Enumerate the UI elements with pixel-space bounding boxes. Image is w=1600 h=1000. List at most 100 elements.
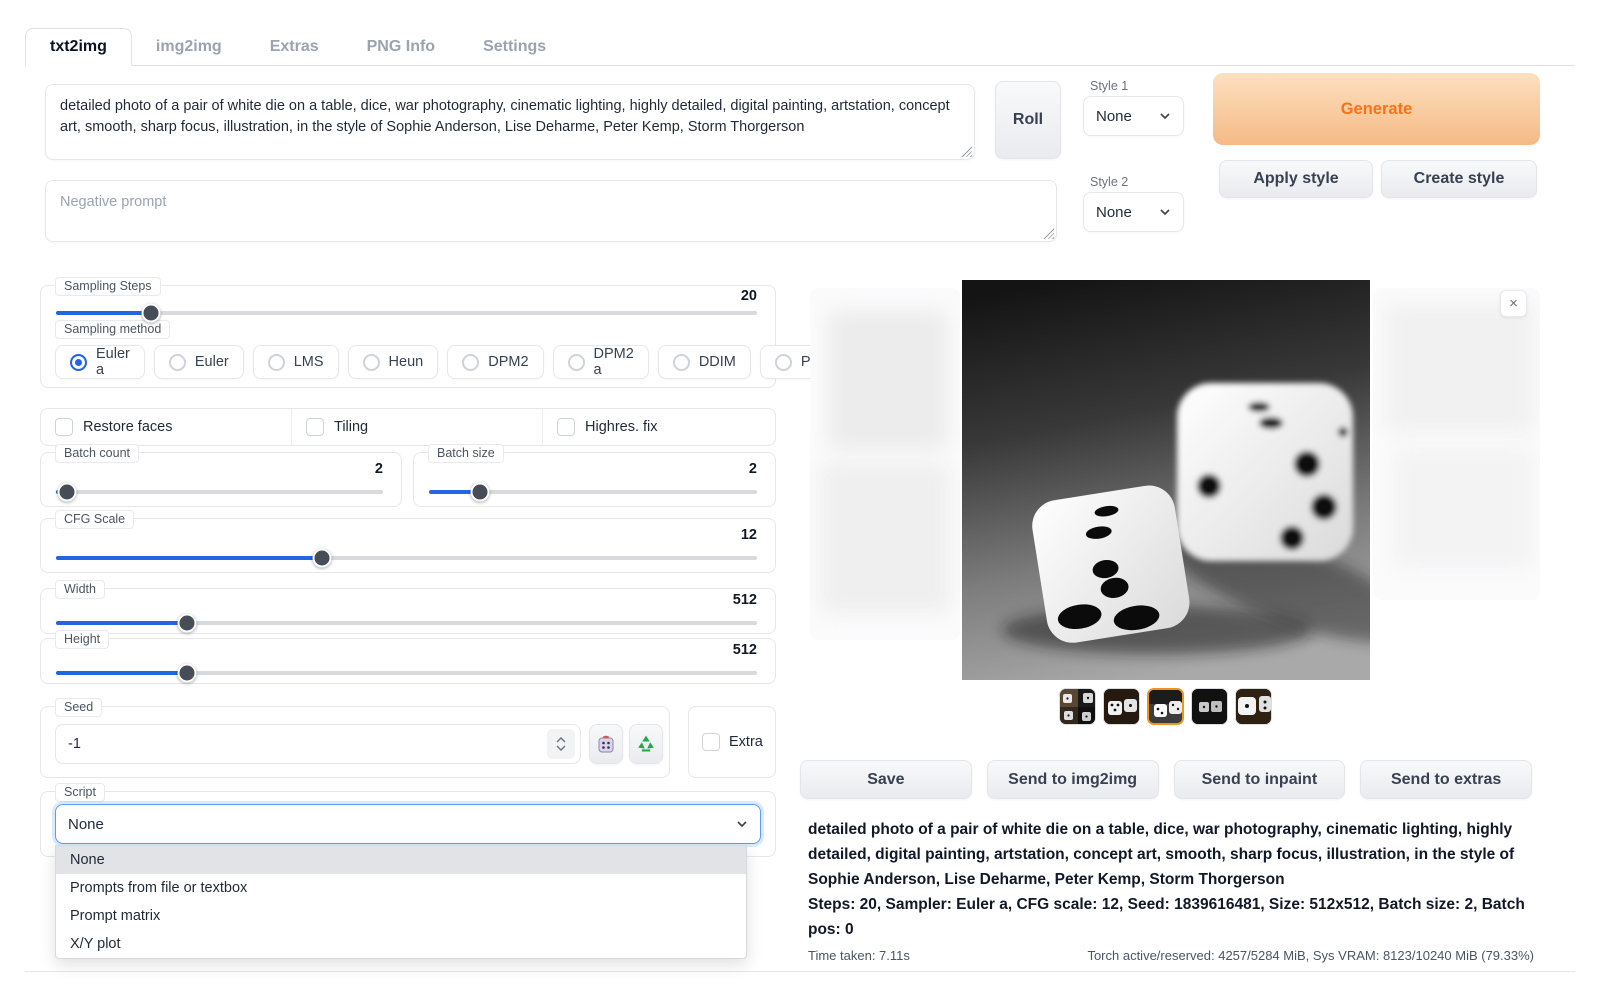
random-seed-button[interactable] bbox=[589, 724, 623, 764]
container-bottom-border bbox=[25, 971, 1575, 972]
tab-png-info[interactable]: PNG Info bbox=[343, 29, 459, 65]
send-to-extras-button[interactable]: Send to extras bbox=[1360, 760, 1532, 799]
sampler-euler[interactable]: Euler bbox=[154, 345, 244, 379]
width-slider[interactable] bbox=[56, 621, 757, 625]
style1-select[interactable]: None bbox=[1083, 96, 1184, 136]
dice-icon bbox=[596, 734, 616, 754]
highres-fix-checkbox[interactable] bbox=[557, 418, 575, 436]
batch-size-slider[interactable] bbox=[429, 490, 757, 494]
seed-stepper[interactable] bbox=[547, 729, 575, 759]
output-prompt-text: detailed photo of a pair of white die on… bbox=[808, 817, 1534, 892]
sampler-lms[interactable]: LMS bbox=[253, 345, 339, 379]
extra-panel[interactable]: Extra bbox=[688, 706, 776, 778]
style2-value: None bbox=[1096, 204, 1132, 221]
radio-icon[interactable] bbox=[268, 354, 285, 371]
seed-label: Seed bbox=[55, 698, 102, 717]
stepper-down-icon[interactable] bbox=[556, 745, 566, 751]
radio-icon[interactable] bbox=[462, 354, 479, 371]
sampler-dpm2-a[interactable]: DPM2 a bbox=[553, 345, 649, 379]
script-dropdown-menu: None Prompts from file or textbox Prompt… bbox=[55, 845, 747, 959]
save-button[interactable]: Save bbox=[800, 760, 972, 799]
slider-handle[interactable] bbox=[58, 483, 77, 502]
slider-handle[interactable] bbox=[313, 549, 332, 568]
script-option-prompts-from-file[interactable]: Prompts from file or textbox bbox=[56, 874, 746, 902]
close-icon: × bbox=[1509, 295, 1518, 312]
chevron-down-icon bbox=[736, 818, 748, 830]
sampler-ddim[interactable]: DDIM bbox=[658, 345, 751, 379]
stepper-up-icon[interactable] bbox=[556, 737, 566, 743]
output-params-text: Steps: 20, Sampler: Euler a, CFG scale: … bbox=[808, 892, 1534, 942]
style1-value: None bbox=[1096, 108, 1132, 125]
thumbnail-1[interactable] bbox=[1103, 688, 1140, 725]
restore-faces-checkbox[interactable] bbox=[55, 418, 73, 436]
radio-icon[interactable] bbox=[673, 354, 690, 371]
sampling-panel: Sampling Steps 20 Sampling method Euler … bbox=[40, 285, 776, 388]
sampling-method-label: Sampling method bbox=[55, 320, 170, 339]
cfg-scale-label: CFG Scale bbox=[55, 510, 134, 529]
script-select[interactable]: None bbox=[55, 804, 761, 844]
chevron-down-icon bbox=[1159, 206, 1171, 218]
send-to-img2img-button[interactable]: Send to img2img bbox=[987, 760, 1159, 799]
thumbnail-grid[interactable] bbox=[1059, 688, 1096, 725]
txt2img-app: txt2img img2img Extras PNG Info Settings… bbox=[0, 0, 1600, 1000]
sampler-dpm2[interactable]: DPM2 bbox=[447, 345, 543, 379]
radio-icon[interactable] bbox=[169, 354, 186, 371]
radio-icon[interactable] bbox=[363, 354, 380, 371]
chevron-down-icon bbox=[1159, 110, 1171, 122]
cfg-scale-slider[interactable] bbox=[56, 556, 757, 560]
radio-icon[interactable] bbox=[70, 354, 87, 371]
reuse-seed-button[interactable] bbox=[629, 724, 663, 764]
script-value: None bbox=[68, 816, 104, 833]
tiling-option[interactable]: Tiling bbox=[291, 409, 542, 445]
vram-stats-text: Torch active/reserved: 4257/5284 MiB, Sy… bbox=[1087, 948, 1534, 963]
thumbnail-2-selected[interactable] bbox=[1147, 688, 1184, 725]
gallery-ghost-left bbox=[810, 288, 960, 640]
slider-handle[interactable] bbox=[141, 304, 160, 323]
height-slider[interactable] bbox=[56, 671, 757, 675]
batch-size-panel: Batch size 2 bbox=[413, 452, 776, 507]
style2-select[interactable]: None bbox=[1083, 192, 1184, 232]
script-option-prompt-matrix[interactable]: Prompt matrix bbox=[56, 902, 746, 930]
tiling-checkbox[interactable] bbox=[306, 418, 324, 436]
tab-extras[interactable]: Extras bbox=[246, 29, 343, 65]
time-taken-text: Time taken: 7.11s bbox=[808, 948, 910, 963]
gallery-actions: Save Send to img2img Send to inpaint Sen… bbox=[800, 760, 1532, 799]
extra-label: Extra bbox=[729, 734, 763, 750]
apply-style-button[interactable]: Apply style bbox=[1219, 160, 1373, 198]
extra-checkbox[interactable] bbox=[702, 733, 720, 751]
radio-icon[interactable] bbox=[775, 354, 792, 371]
create-style-button[interactable]: Create style bbox=[1381, 160, 1537, 198]
thumbnail-4[interactable] bbox=[1235, 688, 1272, 725]
batch-count-value: 2 bbox=[375, 461, 383, 477]
sampling-steps-slider[interactable] bbox=[56, 311, 757, 315]
script-option-xy-plot[interactable]: X/Y plot bbox=[56, 930, 746, 958]
tab-txt2img[interactable]: txt2img bbox=[25, 28, 132, 66]
roll-button[interactable]: Roll bbox=[995, 81, 1061, 159]
height-panel: Height 512 bbox=[40, 638, 776, 684]
negative-prompt-input[interactable] bbox=[45, 180, 1057, 242]
batch-count-slider[interactable] bbox=[56, 490, 383, 494]
tab-img2img[interactable]: img2img bbox=[132, 29, 246, 65]
generated-image[interactable] bbox=[962, 280, 1370, 680]
prompt-input[interactable]: detailed photo of a pair of white die on… bbox=[45, 84, 975, 160]
slider-handle[interactable] bbox=[178, 614, 197, 633]
highres-fix-option[interactable]: Highres. fix bbox=[542, 409, 775, 445]
style2-label: Style 2 bbox=[1090, 175, 1128, 189]
batch-size-value: 2 bbox=[749, 461, 757, 477]
script-option-none[interactable]: None bbox=[56, 846, 746, 874]
close-gallery-button[interactable]: × bbox=[1500, 290, 1527, 317]
slider-handle[interactable] bbox=[178, 664, 197, 683]
thumbnail-3[interactable] bbox=[1191, 688, 1228, 725]
seed-input[interactable] bbox=[55, 724, 581, 764]
generation-info: detailed photo of a pair of white die on… bbox=[808, 817, 1534, 972]
radio-icon[interactable] bbox=[568, 354, 585, 371]
slider-handle[interactable] bbox=[470, 483, 489, 502]
send-to-inpaint-button[interactable]: Send to inpaint bbox=[1174, 760, 1346, 799]
restore-faces-option[interactable]: Restore faces bbox=[41, 409, 291, 445]
generate-button[interactable]: Generate bbox=[1213, 73, 1540, 145]
batch-count-label: Batch count bbox=[55, 444, 139, 463]
sampler-heun[interactable]: Heun bbox=[348, 345, 439, 379]
sampler-euler-a[interactable]: Euler a bbox=[55, 345, 145, 379]
tab-settings[interactable]: Settings bbox=[459, 29, 570, 65]
seed-panel: Seed bbox=[40, 706, 670, 778]
